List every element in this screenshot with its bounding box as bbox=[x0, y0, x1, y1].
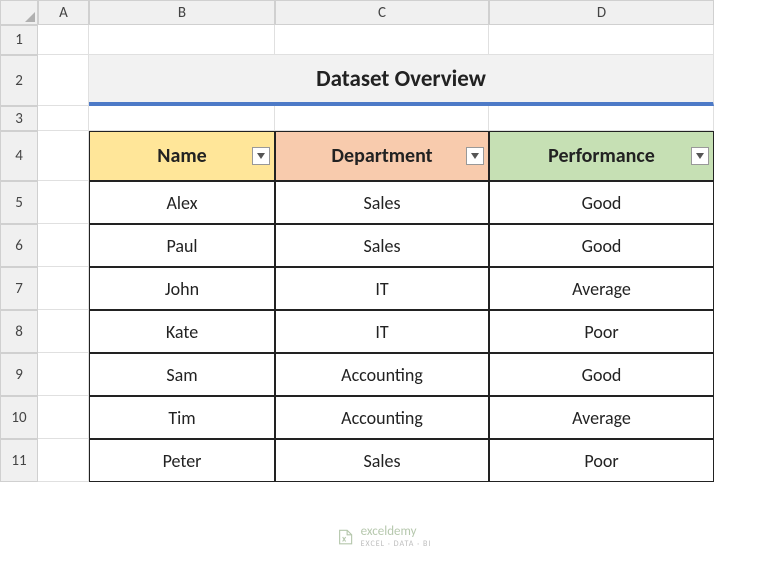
cell-a11[interactable] bbox=[38, 439, 89, 482]
cell-b3[interactable] bbox=[89, 106, 275, 131]
chevron-down-icon bbox=[257, 153, 265, 159]
table-row[interactable]: Paul bbox=[89, 224, 275, 267]
dataset-title[interactable]: Dataset Overview bbox=[89, 55, 714, 106]
cell-b1[interactable] bbox=[89, 25, 275, 55]
table-row[interactable]: Poor bbox=[489, 439, 714, 482]
row-header-6[interactable]: 6 bbox=[0, 224, 38, 267]
row-header-10[interactable]: 10 bbox=[0, 396, 38, 439]
table-header-name[interactable]: Name bbox=[89, 131, 275, 181]
table-row[interactable]: Sales bbox=[275, 439, 489, 482]
table-row[interactable]: John bbox=[89, 267, 275, 310]
col-header-c[interactable]: C bbox=[275, 0, 489, 25]
table-row[interactable]: Peter bbox=[89, 439, 275, 482]
col-header-b[interactable]: B bbox=[89, 0, 275, 25]
cell-a10[interactable] bbox=[38, 396, 89, 439]
filter-button-name[interactable] bbox=[252, 147, 270, 165]
table-row[interactable]: Average bbox=[489, 267, 714, 310]
table-row[interactable]: Poor bbox=[489, 310, 714, 353]
row-header-7[interactable]: 7 bbox=[0, 267, 38, 310]
cell-a1[interactable] bbox=[38, 25, 89, 55]
row-header-11[interactable]: 11 bbox=[0, 439, 38, 482]
cell-a3[interactable] bbox=[38, 106, 89, 131]
row-header-9[interactable]: 9 bbox=[0, 353, 38, 396]
filter-button-department[interactable] bbox=[466, 147, 484, 165]
col-header-a[interactable]: A bbox=[38, 0, 89, 25]
cell-a7[interactable] bbox=[38, 267, 89, 310]
table-header-department[interactable]: Department bbox=[275, 131, 489, 181]
chevron-down-icon bbox=[696, 153, 704, 159]
cell-c3[interactable] bbox=[275, 106, 489, 131]
row-header-4[interactable]: 4 bbox=[0, 131, 38, 181]
header-name-label: Name bbox=[157, 144, 206, 168]
cell-d1[interactable] bbox=[489, 25, 714, 55]
table-row[interactable]: Accounting bbox=[275, 396, 489, 439]
table-row[interactable]: Sam bbox=[89, 353, 275, 396]
watermark: exceldemy EXCEL · DATA · BI bbox=[337, 524, 432, 549]
row-header-1[interactable]: 1 bbox=[0, 25, 38, 55]
cell-a8[interactable] bbox=[38, 310, 89, 353]
row-header-3[interactable]: 3 bbox=[0, 106, 38, 131]
table-row[interactable]: IT bbox=[275, 310, 489, 353]
row-header-5[interactable]: 5 bbox=[0, 181, 38, 224]
table-header-performance[interactable]: Performance bbox=[489, 131, 714, 181]
table-row[interactable]: Good bbox=[489, 224, 714, 267]
cell-c1[interactable] bbox=[275, 25, 489, 55]
table-row[interactable]: Tim bbox=[89, 396, 275, 439]
spreadsheet-grid: A B C D 1 2 Dataset Overview 3 4 Name De… bbox=[0, 0, 768, 482]
table-row[interactable]: Sales bbox=[275, 224, 489, 267]
cell-a2[interactable] bbox=[38, 55, 89, 106]
table-row[interactable]: Sales bbox=[275, 181, 489, 224]
table-row[interactable]: Average bbox=[489, 396, 714, 439]
table-row[interactable]: Accounting bbox=[275, 353, 489, 396]
header-perf-label: Performance bbox=[548, 144, 655, 168]
table-row[interactable]: IT bbox=[275, 267, 489, 310]
exceldemy-icon bbox=[337, 528, 355, 546]
table-row[interactable]: Kate bbox=[89, 310, 275, 353]
filter-button-performance[interactable] bbox=[691, 147, 709, 165]
cell-a6[interactable] bbox=[38, 224, 89, 267]
row-header-8[interactable]: 8 bbox=[0, 310, 38, 353]
cell-a9[interactable] bbox=[38, 353, 89, 396]
cell-a4[interactable] bbox=[38, 131, 89, 181]
watermark-name: exceldemy bbox=[361, 524, 417, 539]
header-dept-label: Department bbox=[331, 144, 432, 168]
table-row[interactable]: Good bbox=[489, 353, 714, 396]
table-row[interactable]: Alex bbox=[89, 181, 275, 224]
col-header-d[interactable]: D bbox=[489, 0, 714, 25]
row-header-2[interactable]: 2 bbox=[0, 55, 38, 106]
table-row[interactable]: Good bbox=[489, 181, 714, 224]
cell-d3[interactable] bbox=[489, 106, 714, 131]
select-all-corner[interactable] bbox=[0, 0, 38, 25]
cell-a5[interactable] bbox=[38, 181, 89, 224]
chevron-down-icon bbox=[471, 153, 479, 159]
watermark-sub: EXCEL · DATA · BI bbox=[361, 539, 432, 549]
